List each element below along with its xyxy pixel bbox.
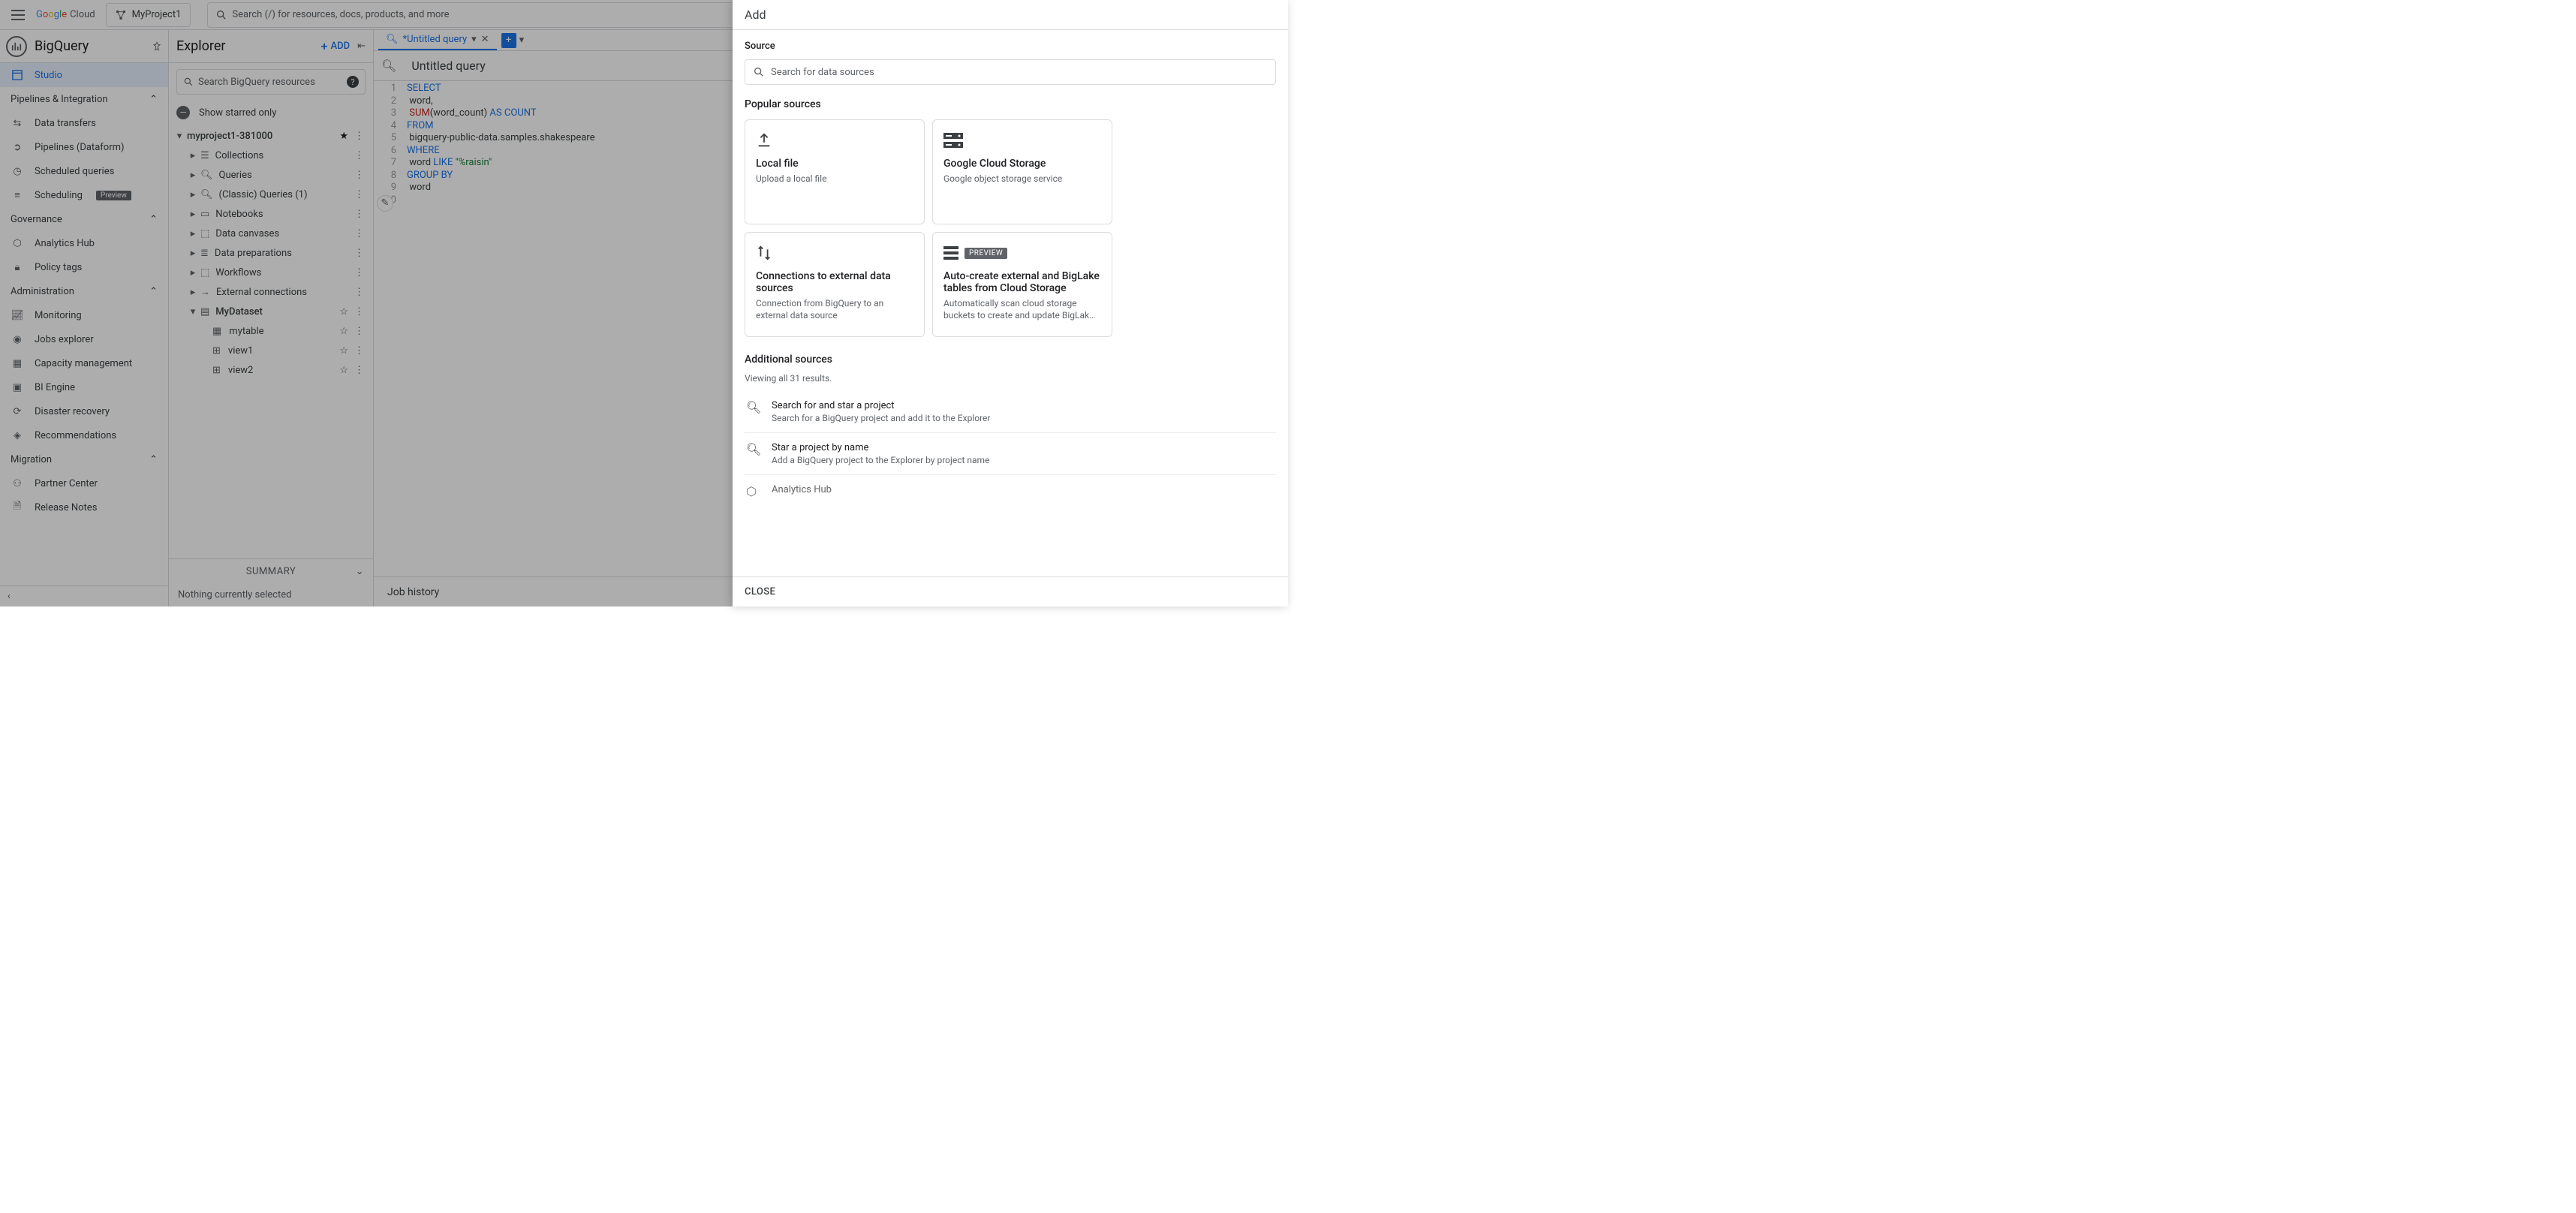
additional-label: Additional sources <box>745 354 1276 366</box>
popular-cards: Local file Upload a local file Google Cl… <box>745 119 1276 337</box>
upload-icon <box>756 131 913 150</box>
search-icon: 🔍︎ <box>746 400 761 423</box>
card-external-conn[interactable]: Connections to external data sources Con… <box>745 232 925 337</box>
hub-icon: ⬡ <box>746 484 761 498</box>
source-label: Source <box>745 41 1276 52</box>
preview-tag: PREVIEW <box>964 248 1007 259</box>
search-icon <box>753 66 765 78</box>
search-icon: 🔍︎ <box>746 442 761 465</box>
swap-icon <box>756 243 913 263</box>
stack-icon: PREVIEW <box>943 243 1101 263</box>
card-gcs[interactable]: Google Cloud Storage Google object stora… <box>932 119 1112 224</box>
card-local-file[interactable]: Local file Upload a local file <box>745 119 925 224</box>
results-count: Viewing all 31 results. <box>745 373 1276 384</box>
card-biglake[interactable]: PREVIEW Auto-create external and BigLake… <box>932 232 1112 337</box>
row-search-project[interactable]: 🔍︎ Search for and star a projectSearch f… <box>745 391 1276 433</box>
panel-header: Add <box>733 0 1288 30</box>
panel-body: Source Search for data sources Popular s… <box>733 30 1288 576</box>
storage-icon <box>943 131 1101 150</box>
search-placeholder: Search for data sources <box>771 67 874 78</box>
close-button[interactable]: CLOSE <box>745 586 775 597</box>
row-star-project[interactable]: 🔍︎ Star a project by nameAdd a BigQuery … <box>745 433 1276 475</box>
source-search-input[interactable]: Search for data sources <box>745 59 1276 85</box>
popular-label: Popular sources <box>745 98 1276 110</box>
panel-footer: CLOSE <box>733 576 1288 606</box>
add-panel: Add Source Search for data sources Popul… <box>733 0 1288 606</box>
row-analytics-hub[interactable]: ⬡ Analytics Hub <box>745 475 1276 507</box>
